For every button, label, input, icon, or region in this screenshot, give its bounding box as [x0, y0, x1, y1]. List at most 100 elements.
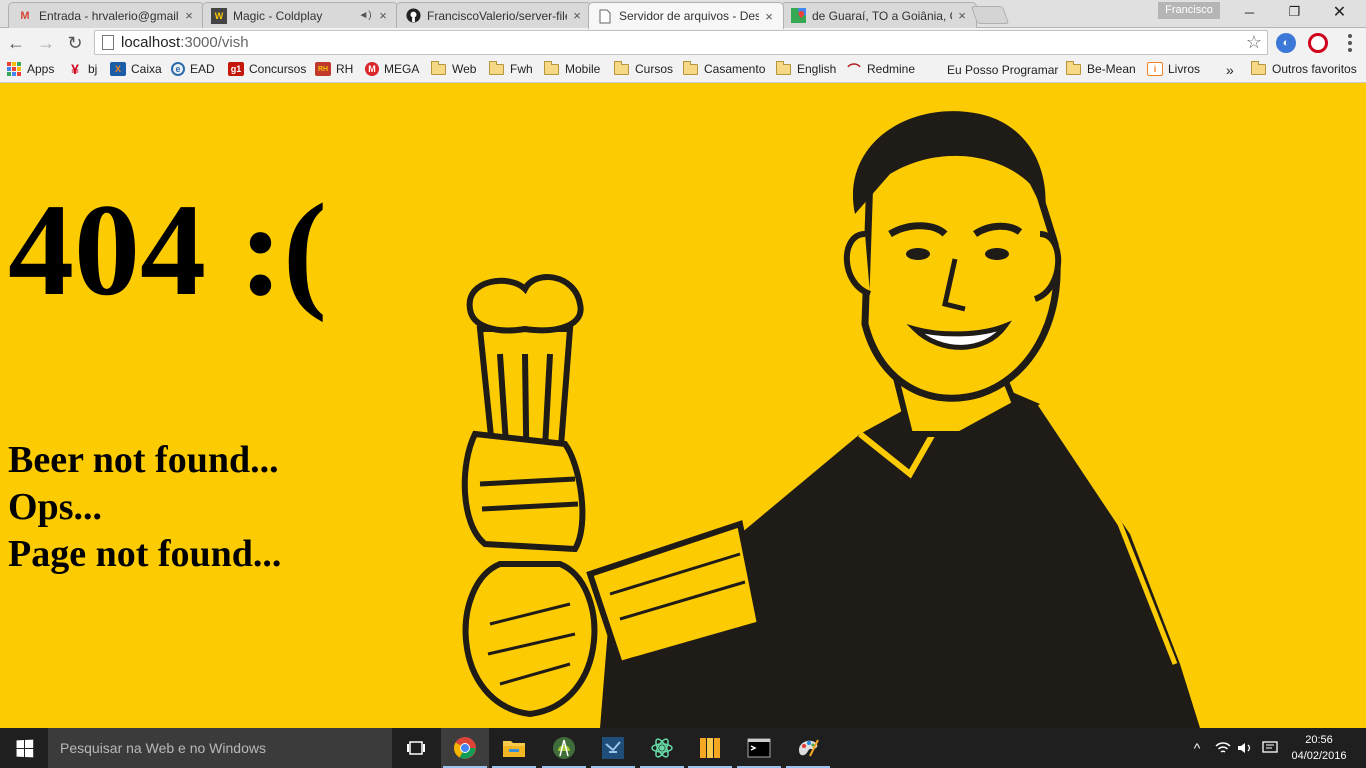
bookmarks-bar: Apps ¥ bj X Caixa e EAD g1 Concursos RH …: [0, 58, 1366, 83]
error-line-beer: Beer not found...: [8, 439, 279, 481]
gmail-icon: M: [20, 9, 30, 22]
paint-icon[interactable]: [784, 728, 832, 768]
action-center-notifications-icon[interactable]: [1258, 728, 1282, 768]
terminal-icon[interactable]: [735, 728, 783, 768]
page-icon: [597, 8, 613, 24]
bookmark-bj[interactable]: ¥ bj: [67, 61, 97, 77]
tab-label: de Guaraí, TO a Goiânia, G: [812, 8, 952, 23]
bookmark-other-favorites[interactable]: Outros favoritos: [1251, 60, 1357, 76]
windows-logo-icon: [16, 739, 33, 757]
folder-icon: [431, 60, 446, 75]
bookmark-concursos[interactable]: g1 Concursos: [228, 62, 306, 76]
github-icon: [405, 8, 421, 24]
close-tab-icon[interactable]: ×: [954, 8, 970, 23]
bookmark-caixa[interactable]: X Caixa: [110, 62, 162, 76]
opera-extension-icon[interactable]: [1308, 33, 1328, 53]
rh-icon: RH: [315, 62, 331, 76]
bookmark-english[interactable]: English: [776, 60, 836, 76]
windows-taskbar: Pesquisar na Web e no Windows ^ 20:56 04…: [0, 728, 1366, 768]
folder-icon: [683, 60, 698, 75]
profile-button[interactable]: Francisco: [1158, 2, 1220, 19]
bookmark-redmine[interactable]: ⌒ Redmine: [846, 62, 915, 78]
extension-globe-icon[interactable]: ◐: [1276, 33, 1296, 53]
bookmark-casamento[interactable]: Casamento: [683, 60, 765, 76]
bookmark-livros[interactable]: i Livros: [1147, 62, 1200, 76]
bookmark-star-icon[interactable]: ☆: [1246, 32, 1262, 53]
close-tab-icon[interactable]: ×: [761, 9, 777, 24]
start-button[interactable]: [0, 728, 48, 768]
back-arrow-icon[interactable]: ←: [4, 31, 28, 55]
folder-icon: [776, 60, 791, 75]
chrome-menu-icon[interactable]: [1340, 31, 1360, 55]
new-tab-button[interactable]: [970, 6, 1010, 24]
tab-magic[interactable]: W Magic - Coldplay ◄) ×: [202, 2, 398, 28]
error-line-ops: Ops...: [8, 486, 102, 528]
caixa-icon: X: [110, 62, 126, 76]
tab-github[interactable]: FranciscoValerio/server-file ×: [396, 2, 592, 28]
folder-icon: [1251, 60, 1266, 75]
tab-label: Magic - Coldplay: [233, 8, 323, 23]
bookmark-mega[interactable]: M MEGA: [365, 62, 419, 76]
bookmark-mobile[interactable]: Mobile: [544, 60, 600, 76]
ead-icon: e: [171, 62, 185, 76]
speaker-icon[interactable]: ◄): [357, 10, 373, 21]
error-line-page: Page not found...: [8, 533, 282, 575]
close-window-icon[interactable]: ✕: [1317, 0, 1362, 24]
redmine-icon: ⌒: [847, 62, 861, 78]
wifi-icon[interactable]: [1212, 728, 1234, 768]
apps-icon: [7, 62, 21, 76]
folder-icon: [1066, 60, 1081, 75]
tab-label: Entrada - hrvalerio@gmail: [39, 8, 179, 23]
clock-time: 20:56: [1305, 734, 1333, 746]
page-info-icon[interactable]: [102, 35, 114, 50]
android-studio-icon[interactable]: [540, 728, 588, 768]
close-tab-icon[interactable]: ×: [181, 8, 197, 23]
bookmark-eu-posso-programar[interactable]: Eu Posso Programar: [927, 62, 1058, 77]
bookmark-cursos[interactable]: Cursos: [614, 60, 673, 76]
microsoft-icon: [927, 62, 942, 77]
sublime-icon[interactable]: [686, 728, 734, 768]
forward-arrow-icon[interactable]: →: [34, 31, 58, 55]
browser-toolbar: ← → ↻ localhost:3000/vish ☆ ◐: [0, 28, 1366, 58]
folder-icon: [544, 60, 559, 75]
bookmark-apps[interactable]: Apps: [7, 62, 54, 76]
file-explorer-icon[interactable]: [490, 728, 538, 768]
speaker-volume-icon[interactable]: [1234, 728, 1256, 768]
restore-icon[interactable]: ❐: [1272, 0, 1317, 24]
folder-icon: [614, 60, 629, 75]
bookmarks-overflow-chevron-icon[interactable]: »: [1226, 62, 1234, 78]
chrome-icon[interactable]: [441, 728, 489, 768]
clock-date: 04/02/2016: [1291, 750, 1347, 762]
bookmark-rh[interactable]: RH RH: [315, 62, 353, 76]
folder-icon: [489, 60, 504, 75]
tab-strip: M Entrada - hrvalerio@gmail × W Magic - …: [0, 0, 1366, 29]
task-view-icon[interactable]: [392, 728, 440, 768]
bj-icon: ¥: [71, 61, 79, 77]
audio-site-icon: W: [211, 7, 227, 24]
error-heading: 404 :(: [8, 176, 327, 323]
bookmark-ead[interactable]: e EAD: [171, 62, 215, 76]
tab-label: FranciscoValerio/server-file: [427, 8, 567, 23]
atom-icon[interactable]: [638, 728, 686, 768]
tab-label: Servidor de arquivos - Des: [619, 9, 759, 23]
minimize-icon[interactable]: ─: [1227, 0, 1272, 24]
show-hidden-icons-chevron-icon[interactable]: ^: [1186, 728, 1208, 768]
address-bar[interactable]: localhost:3000/vish ☆: [94, 30, 1268, 55]
bookmark-fwh[interactable]: Fwh: [489, 60, 533, 76]
tab-maps[interactable]: de Guaraí, TO a Goiânia, G ×: [781, 2, 977, 28]
visual-studio-code-icon[interactable]: [589, 728, 637, 768]
bookmark-be-mean[interactable]: Be-Mean: [1066, 60, 1136, 76]
tab-gmail[interactable]: M Entrada - hrvalerio@gmail ×: [8, 2, 204, 28]
close-tab-icon[interactable]: ×: [569, 8, 585, 23]
taskbar-clock[interactable]: 20:56 04/02/2016: [1286, 732, 1352, 764]
livros-icon: i: [1147, 62, 1163, 76]
google-maps-icon: [790, 8, 806, 24]
bookmark-web[interactable]: Web: [431, 60, 476, 76]
g1-icon: g1: [228, 62, 244, 76]
tab-servidor[interactable]: Servidor de arquivos - Des ×: [588, 2, 784, 29]
url-text[interactable]: localhost:3000/vish: [121, 34, 249, 51]
page-404: 404 :( Beer not found... Ops... Page not…: [0, 84, 1366, 728]
reload-icon[interactable]: ↻: [63, 31, 87, 55]
taskbar-search-box[interactable]: Pesquisar na Web e no Windows: [48, 728, 392, 768]
close-tab-icon[interactable]: ×: [375, 8, 391, 23]
